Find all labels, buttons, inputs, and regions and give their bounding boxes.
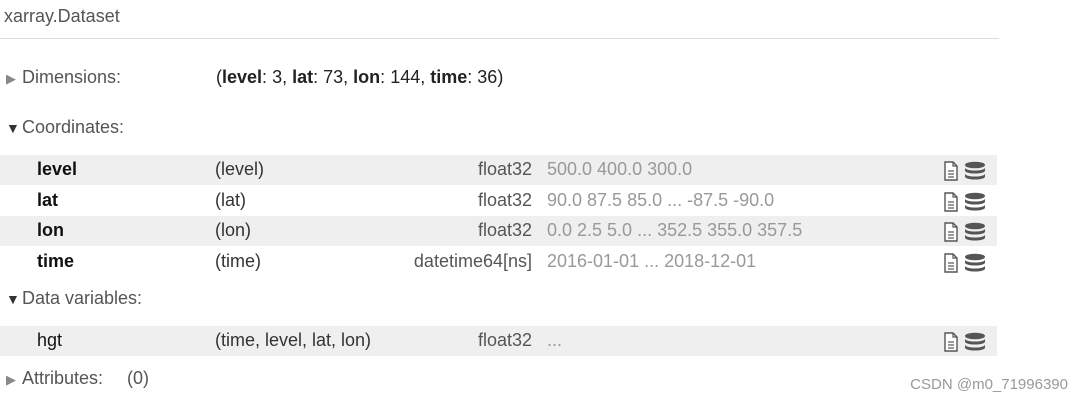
var-preview[interactable]: 90.0 87.5 85.0 ... -87.5 -90.0	[547, 190, 774, 211]
collapse-triangle-icon: ▼	[6, 120, 20, 136]
data-var-row-hgt: hgt (time, level, lat, lon) float32 ...	[0, 326, 997, 356]
coord-row-time: time (time) datetime64[ns] 2016-01-01 ..…	[0, 247, 997, 277]
database-icon[interactable]	[964, 253, 986, 273]
var-dims: (lat)	[215, 190, 246, 210]
dim-name: lat	[292, 67, 314, 87]
section-data-variables-toggle[interactable]: ▼ Data variables:	[6, 288, 142, 309]
var-dtype: datetime64[ns]	[413, 251, 532, 271]
dataset-title: xarray.Dataset	[4, 6, 120, 26]
header-divider	[0, 38, 999, 39]
var-preview[interactable]: 500.0 400.0 300.0	[547, 159, 692, 180]
dim-name: level	[222, 67, 263, 87]
var-dims: (time)	[215, 251, 261, 271]
dim-value: 144	[390, 67, 421, 87]
var-name: lon	[37, 220, 64, 240]
row-icons	[942, 161, 990, 182]
coord-row-level: level (level) float32 500.0 400.0 300.0	[0, 155, 997, 185]
section-label-dimensions: Dimensions:	[22, 67, 122, 87]
var-dims: (lon)	[215, 220, 252, 240]
dim-name: time	[430, 67, 468, 87]
row-icons	[942, 332, 990, 353]
var-dtype: float32	[477, 159, 532, 179]
var-name: lat	[37, 190, 59, 210]
row-icons	[942, 222, 990, 243]
var-name: level	[37, 159, 78, 179]
database-icon[interactable]	[964, 161, 986, 181]
section-dimensions-toggle[interactable]: ▶ Dimensions:	[6, 67, 121, 88]
database-icon[interactable]	[964, 222, 986, 242]
watermark-text: CSDN @m0_71996390	[910, 376, 1068, 393]
dim-value: 73	[323, 67, 344, 87]
expand-triangle-icon: ▶	[6, 71, 16, 86]
collapse-triangle-icon: ▼	[6, 291, 20, 307]
var-dims: (time, level, lat, lon)	[215, 330, 372, 350]
var-name: time	[37, 251, 75, 271]
section-label-attributes: Attributes:	[22, 368, 104, 388]
var-dtype: float32	[477, 330, 532, 350]
file-icon[interactable]	[942, 222, 960, 242]
section-label-data-variables: Data variables:	[22, 288, 143, 308]
dimensions-summary: (level: 3, lat: 73, lon: 144, time: 36)	[216, 67, 504, 87]
file-icon[interactable]	[942, 161, 960, 181]
coord-row-lat: lat (lat) float32 90.0 87.5 85.0 ... -87…	[0, 186, 997, 216]
file-icon[interactable]	[942, 253, 960, 273]
dim-value: 3	[272, 67, 283, 87]
dim-value: 36	[477, 67, 498, 87]
row-icons	[942, 192, 990, 213]
file-icon[interactable]	[942, 332, 960, 352]
var-name: hgt	[37, 330, 63, 350]
database-icon[interactable]	[964, 192, 986, 212]
section-attributes-toggle[interactable]: ▶ Attributes:	[6, 368, 103, 389]
row-icons	[942, 253, 990, 274]
var-dtype: float32	[477, 190, 532, 210]
database-icon[interactable]	[964, 332, 986, 352]
var-dims: (level)	[215, 159, 265, 179]
expand-triangle-icon: ▶	[6, 372, 16, 387]
var-preview[interactable]: ...	[547, 330, 562, 351]
var-dtype: float32	[477, 220, 532, 240]
coord-row-lon: lon (lon) float32 0.0 2.5 5.0 ... 352.5 …	[0, 216, 997, 246]
var-preview[interactable]: 0.0 2.5 5.0 ... 352.5 355.0 357.5	[547, 220, 802, 241]
dim-name: lon	[353, 67, 381, 87]
attributes-count: (0)	[127, 368, 149, 388]
file-icon[interactable]	[942, 192, 960, 212]
var-preview[interactable]: 2016-01-01 ... 2018-12-01	[547, 251, 756, 272]
section-coordinates-toggle[interactable]: ▼ Coordinates:	[6, 117, 124, 138]
section-label-coordinates: Coordinates:	[22, 117, 125, 137]
